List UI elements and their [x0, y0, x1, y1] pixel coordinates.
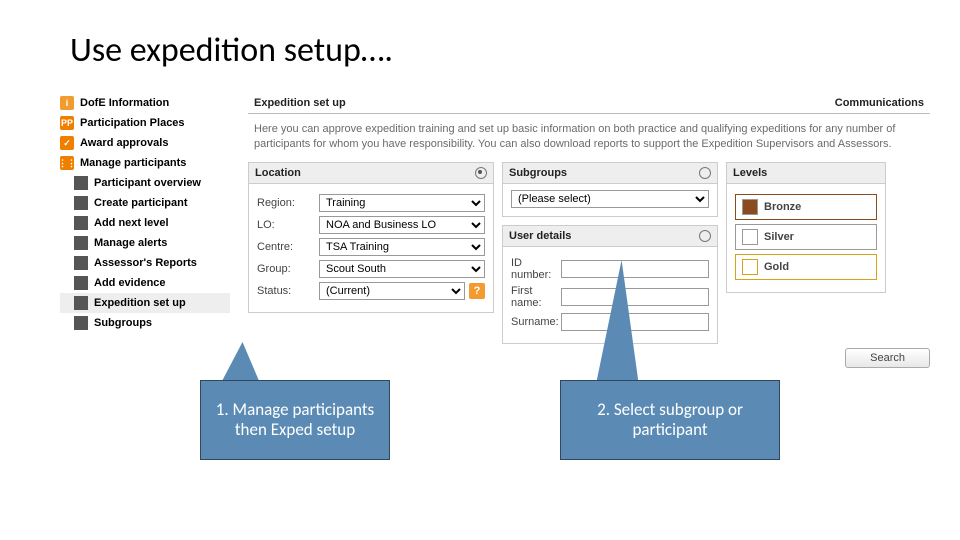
nav-participant-overview[interactable]: Participant overview	[60, 173, 230, 193]
search-button[interactable]: Search	[845, 348, 930, 368]
nav-label: Create participant	[94, 197, 188, 209]
region-select[interactable]: Training	[319, 194, 485, 212]
nav-label: Add next level	[94, 217, 169, 229]
firstname-label: First name:	[511, 285, 561, 309]
nav-label: Expedition set up	[94, 297, 186, 309]
sidebar: i DofE Information PP Participation Plac…	[60, 93, 230, 333]
level-label: Silver	[764, 231, 794, 243]
group-select[interactable]: Scout South	[319, 260, 485, 278]
callout-2: 2. Select subgroup or participant	[560, 380, 780, 460]
square-icon	[74, 276, 88, 290]
user-radio[interactable]	[699, 230, 711, 242]
nav-dofe-info[interactable]: i DofE Information	[60, 93, 230, 113]
level-bronze[interactable]: Bronze	[735, 194, 877, 220]
square-icon	[74, 316, 88, 330]
callout-1: 1. Manage participants then Exped setup	[200, 380, 390, 460]
subgroups-panel: Subgroups (Please select)	[502, 162, 718, 217]
pp-icon: PP	[60, 116, 74, 130]
nav-subgroups[interactable]: Subgroups	[60, 313, 230, 333]
bronze-swatch-icon	[742, 199, 758, 215]
grid-icon: ⋮⋮	[60, 156, 74, 170]
panel-heading: User details	[509, 230, 571, 242]
level-label: Bronze	[764, 201, 801, 213]
centre-select[interactable]: TSA Training	[319, 238, 485, 256]
nav-label: Manage alerts	[94, 237, 167, 249]
nav-manage-alerts[interactable]: Manage alerts	[60, 233, 230, 253]
nav-label: Participation Places	[80, 117, 185, 129]
main-area: Expedition set up Communications Here yo…	[248, 93, 930, 368]
surname-label: Surname:	[511, 316, 561, 328]
nav-label: Add evidence	[94, 277, 166, 289]
lo-select[interactable]: NOA and Business LO	[319, 216, 485, 234]
subgroups-select[interactable]: (Please select)	[511, 190, 709, 208]
square-icon	[74, 256, 88, 270]
square-icon	[74, 196, 88, 210]
level-silver[interactable]: Silver	[735, 224, 877, 250]
subgroups-radio[interactable]	[699, 167, 711, 179]
check-icon: ✓	[60, 136, 74, 150]
location-radio[interactable]	[475, 167, 487, 179]
square-icon	[74, 236, 88, 250]
level-label: Gold	[764, 261, 789, 273]
nav-manage-participants[interactable]: ⋮⋮ Manage participants	[60, 153, 230, 173]
id-label: ID number:	[511, 257, 561, 281]
panel-heading: Levels	[733, 167, 767, 179]
panel-heading: Subgroups	[509, 167, 567, 179]
info-icon: i	[60, 96, 74, 110]
panel-heading: Location	[255, 167, 301, 179]
nav-label: Subgroups	[94, 317, 152, 329]
nav-label: Manage participants	[80, 157, 186, 169]
nav-expedition-setup[interactable]: Expedition set up	[60, 293, 230, 313]
slide-title: Use expedition setup….	[70, 30, 930, 71]
nav-label: DofE Information	[80, 97, 169, 109]
lo-label: LO:	[257, 219, 319, 231]
square-icon	[74, 176, 88, 190]
intro-text: Here you can approve expedition training…	[248, 114, 930, 162]
silver-swatch-icon	[742, 229, 758, 245]
group-label: Group:	[257, 263, 319, 275]
level-gold[interactable]: Gold	[735, 254, 877, 280]
nav-assessors-reports[interactable]: Assessor's Reports	[60, 253, 230, 273]
nav-add-next-level[interactable]: Add next level	[60, 213, 230, 233]
square-icon	[74, 296, 88, 310]
centre-label: Centre:	[257, 241, 319, 253]
help-icon[interactable]: ?	[469, 283, 485, 299]
region-label: Region:	[257, 197, 319, 209]
nav-label: Award approvals	[80, 137, 168, 149]
nav-participation-places[interactable]: PP Participation Places	[60, 113, 230, 133]
page-title: Expedition set up	[254, 97, 346, 109]
status-label: Status:	[257, 285, 319, 297]
location-panel: Location Region:Training LO:NOA and Busi…	[248, 162, 494, 313]
square-icon	[74, 216, 88, 230]
nav-create-participant[interactable]: Create participant	[60, 193, 230, 213]
communications-link[interactable]: Communications	[835, 97, 924, 109]
levels-panel: Levels Bronze Silver Gold	[726, 162, 886, 293]
nav-add-evidence[interactable]: Add evidence	[60, 273, 230, 293]
nav-label: Assessor's Reports	[94, 257, 197, 269]
status-select[interactable]: (Current)	[319, 282, 465, 300]
gold-swatch-icon	[742, 259, 758, 275]
nav-label: Participant overview	[94, 177, 201, 189]
nav-award-approvals[interactable]: ✓ Award approvals	[60, 133, 230, 153]
